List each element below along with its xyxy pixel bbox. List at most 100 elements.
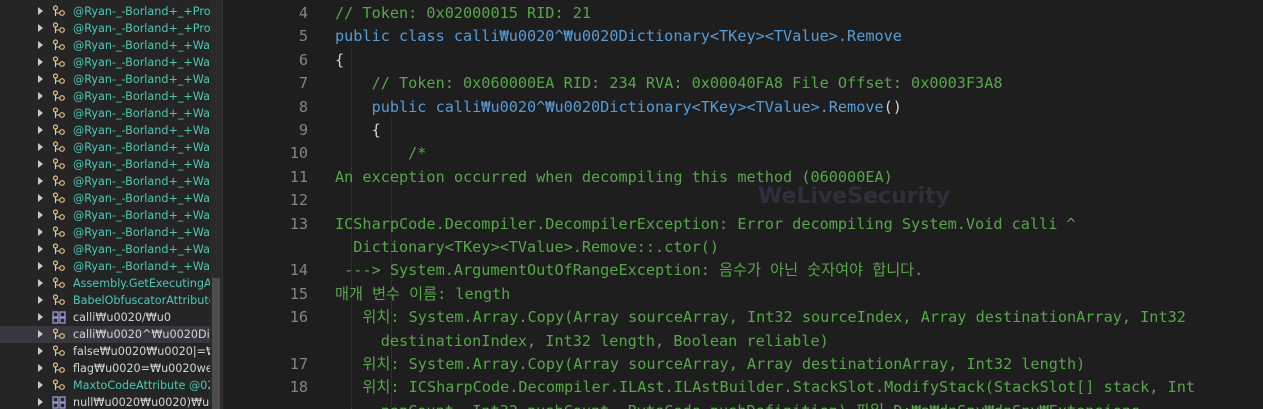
- tree-item[interactable]: MaxtoCodeAttribute @02: [0, 377, 210, 394]
- assembly-tree-panel[interactable]: @Ryan-_-Borland+_+Prot @Ryan-_-Borland+_+…: [0, 0, 210, 409]
- tree-item-label: calli₩u0020^₩u0020Dic: [73, 328, 210, 341]
- tree-item-label: @Ryan-_-Borland+_+Was: [73, 158, 210, 171]
- tree-item-label: @Ryan-_-Borland+_+Was: [73, 243, 210, 256]
- code-line[interactable]: 위치: System.Array.Copy(Array sourceArray,…: [335, 353, 1085, 376]
- code-line[interactable]: {: [335, 119, 381, 142]
- expand-arrow-icon[interactable]: [38, 126, 43, 134]
- class-generic-icon: [52, 243, 66, 256]
- tree-item[interactable]: @Ryan-_-Borland+_+Was: [0, 173, 210, 190]
- expand-arrow-icon[interactable]: [38, 41, 43, 49]
- code-token: An exception occurred when decompiling t…: [335, 167, 893, 186]
- expand-arrow-icon[interactable]: [38, 228, 43, 236]
- tree-item[interactable]: @Ryan-_-Borland+_+Prot: [0, 3, 210, 20]
- tree-item[interactable]: @Ryan-_-Borland+_+Was: [0, 122, 210, 139]
- tree-item[interactable]: @Ryan-_-Borland+_+Was: [0, 224, 210, 241]
- code-editor[interactable]: WeLiveSecurity 4// Token: 0x02000015 RID…: [258, 0, 1263, 409]
- tree-item[interactable]: null₩u0020₩u0020)₩u0: [0, 394, 210, 409]
- code-token: public: [335, 97, 436, 116]
- tree-scrollbar-thumb[interactable]: [212, 278, 220, 409]
- expand-arrow-icon[interactable]: [38, 296, 43, 304]
- tree-item[interactable]: Assembly.GetExecutingAs: [0, 275, 210, 292]
- tree-item[interactable]: BabelObfuscatorAttribute: [0, 292, 210, 309]
- expand-arrow-icon[interactable]: [38, 160, 43, 168]
- expand-arrow-icon[interactable]: [38, 313, 43, 321]
- code-line[interactable]: Dictionary<TKey><TValue>.Remove::.ctor(): [335, 236, 719, 259]
- tree-item[interactable]: @Ryan-_-Borland+_+Prot: [0, 20, 210, 37]
- class-generic-icon: [52, 107, 66, 120]
- expand-arrow-icon[interactable]: [38, 279, 43, 287]
- tree-scrollbar[interactable]: [210, 0, 222, 409]
- expand-arrow-icon[interactable]: [38, 245, 43, 253]
- expand-arrow-icon[interactable]: [38, 262, 43, 270]
- code-line[interactable]: public class calli₩u0020^₩u0020Dictionar…: [335, 25, 902, 48]
- code-line[interactable]: 매개 변수 이름: length: [335, 283, 510, 306]
- expand-arrow-icon[interactable]: [38, 75, 43, 83]
- tree-item-label: @Ryan-_-Borland+_+Was: [73, 260, 210, 273]
- tree-item[interactable]: calli₩u0020^₩u0020Dic: [0, 326, 210, 343]
- code-line[interactable]: 위치: ICSharpCode.Decompiler.ILAst.ILAstBu…: [335, 376, 1195, 399]
- class-generic-icon: [52, 277, 66, 290]
- code-line[interactable]: destinationIndex, Int32 length, Boolean …: [335, 330, 829, 353]
- code-line[interactable]: An exception occurred when decompiling t…: [335, 166, 893, 189]
- tree-item[interactable]: @Ryan-_-Borland+_+Was: [0, 156, 210, 173]
- class-generic-icon: [52, 22, 66, 35]
- code-line[interactable]: // Token: 0x02000015 RID: 21: [335, 2, 591, 25]
- code-line[interactable]: ---> System.ArgumentOutOfRangeException:…: [335, 259, 923, 282]
- code-token: 위치: System.Array.Copy(Array sourceArray,…: [335, 355, 1086, 373]
- expand-arrow-icon[interactable]: [38, 381, 43, 389]
- tree-item[interactable]: @Ryan-_-Borland+_+Was: [0, 139, 210, 156]
- tree-item[interactable]: @Ryan-_-Borland+_+Was: [0, 207, 210, 224]
- tree-item[interactable]: false₩u0020₩u0020|=₩u: [0, 343, 210, 360]
- code-line[interactable]: {: [335, 49, 344, 72]
- line-number: 5: [298, 27, 308, 46]
- class-generic-icon: [52, 328, 66, 341]
- tree-item[interactable]: @Ryan-_-Borland+_+Was: [0, 71, 210, 88]
- tree-item[interactable]: @Ryan-_-Borland+_+Was: [0, 190, 210, 207]
- tree-item[interactable]: @Ryan-_-Borland+_+Was: [0, 241, 210, 258]
- line-number: 7: [298, 74, 308, 93]
- tree-item-label: @Ryan-_-Borland+_+Was: [73, 39, 210, 52]
- tree-item[interactable]: @Ryan-_-Borland+_+Was: [0, 88, 210, 105]
- tree-item[interactable]: flag₩u0020=₩u0020wea: [0, 360, 210, 377]
- tree-item[interactable]: calli₩u0020/₩u0: [0, 309, 210, 326]
- expand-arrow-icon[interactable]: [38, 177, 43, 185]
- expand-arrow-icon[interactable]: [38, 58, 43, 66]
- code-token: {: [335, 50, 345, 69]
- expand-arrow-icon[interactable]: [38, 347, 43, 355]
- tree-item-label: false₩u0020₩u0020|=₩u: [73, 345, 210, 358]
- tree-item-label: BabelObfuscatorAttribute: [73, 294, 210, 307]
- expand-arrow-icon[interactable]: [38, 330, 43, 338]
- expand-arrow-icon[interactable]: [38, 143, 43, 151]
- tree-item[interactable]: @Ryan-_-Borland+_+Was: [0, 258, 210, 275]
- code-line[interactable]: 위치: System.Array.Copy(Array sourceArray,…: [335, 306, 1185, 329]
- code-line[interactable]: public calli₩u0020^₩u0020Dictionary<TKey…: [335, 96, 902, 119]
- expand-arrow-icon[interactable]: [38, 7, 43, 15]
- code-token: popCount, Int32 pushCount, ByteCode push…: [335, 402, 1140, 409]
- tree-item-label: @Ryan-_-Borland+_+Was: [73, 226, 210, 239]
- expand-arrow-icon[interactable]: [38, 109, 43, 117]
- expand-arrow-icon[interactable]: [38, 92, 43, 100]
- line-number: 11: [289, 167, 308, 186]
- tree-item-label: flag₩u0020=₩u0020wea: [73, 362, 210, 375]
- tree-item[interactable]: @Ryan-_-Borland+_+Was: [0, 54, 210, 71]
- code-line[interactable]: /*: [335, 142, 426, 165]
- code-line[interactable]: // Token: 0x060000EA RID: 234 RVA: 0x000…: [335, 72, 1003, 95]
- expand-arrow-icon[interactable]: [38, 364, 43, 372]
- tree-item[interactable]: @Ryan-_-Borland+_+Was: [0, 105, 210, 122]
- expand-arrow-icon[interactable]: [38, 211, 43, 219]
- tree-item[interactable]: @Ryan-_-Borland+_+Was: [0, 37, 210, 54]
- class-generic-icon: [52, 175, 66, 188]
- tree-item-label: @Ryan-_-Borland+_+Was: [73, 73, 210, 86]
- tree-item-label: @Ryan-_-Borland+_+Was: [73, 107, 210, 120]
- expand-arrow-icon[interactable]: [38, 24, 43, 32]
- code-token: 위치: ICSharpCode.Decompiler.ILAst.ILAstBu…: [335, 378, 1196, 397]
- code-token: (): [883, 97, 902, 116]
- code-line[interactable]: ICSharpCode.Decompiler.DecompilerExcepti…: [335, 213, 1076, 236]
- expand-arrow-icon[interactable]: [38, 398, 43, 406]
- code-token: ICSharpCode.Decompiler.DecompilerExcepti…: [335, 214, 1076, 233]
- class-generic-icon: [52, 5, 66, 18]
- code-line[interactable]: popCount, Int32 pushCount, ByteCode push…: [335, 400, 1140, 409]
- expand-arrow-icon[interactable]: [38, 194, 43, 202]
- line-number: 4: [298, 4, 308, 22]
- class-generic-icon: [52, 124, 66, 137]
